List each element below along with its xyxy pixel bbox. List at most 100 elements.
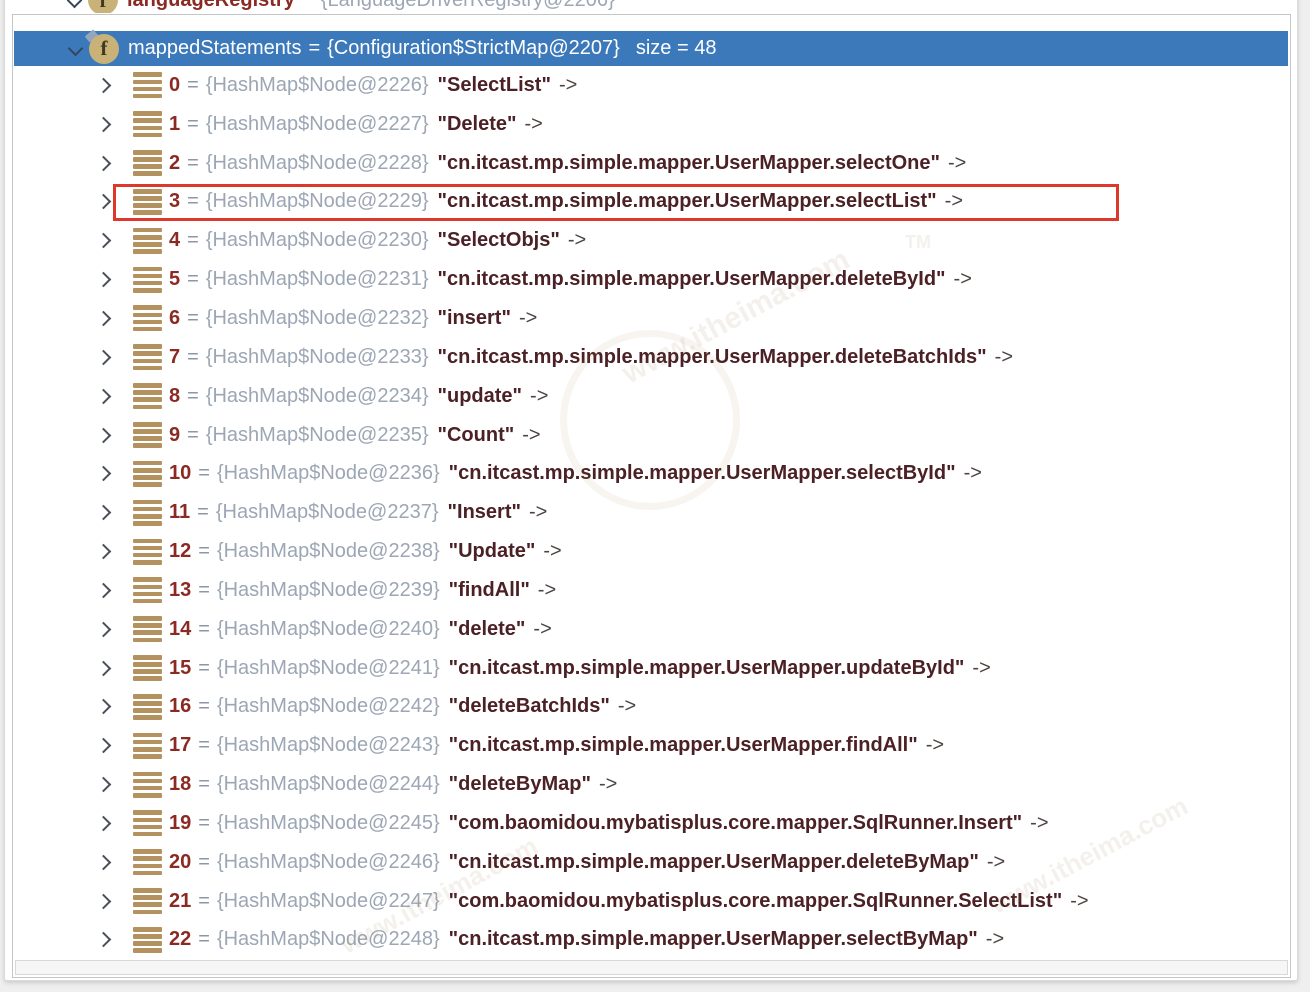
entry-key: "Delete" bbox=[438, 113, 517, 136]
arrow-symbol: -> bbox=[559, 74, 577, 97]
entry-reference: {HashMap$Node@2240} bbox=[217, 618, 440, 641]
chevron-right-icon[interactable] bbox=[96, 388, 112, 404]
map-entry-row[interactable]: 0 = {HashMap$Node@2226} "SelectList" -> bbox=[14, 66, 1288, 105]
chevron-right-icon[interactable] bbox=[96, 621, 112, 637]
chevron-right-icon[interactable] bbox=[96, 505, 112, 521]
map-entry-row[interactable]: 12 = {HashMap$Node@2238} "Update" -> bbox=[14, 532, 1288, 571]
entry-key: "Count" bbox=[438, 424, 515, 447]
map-entry-row[interactable]: 19 = {HashMap$Node@2245} "com.baomidou.m… bbox=[14, 804, 1288, 843]
entry-index: 19 bbox=[169, 812, 191, 835]
entry-index: 10 bbox=[169, 462, 191, 485]
entry-index: 5 bbox=[169, 268, 180, 291]
entry-reference: {HashMap$Node@2229} bbox=[206, 190, 429, 213]
list-icon bbox=[133, 422, 162, 448]
map-entry-row[interactable]: 6 = {HashMap$Node@2232} "insert" -> bbox=[14, 299, 1288, 338]
chevron-right-icon[interactable] bbox=[96, 855, 112, 871]
arrow-symbol: -> bbox=[948, 152, 966, 175]
map-entry-row[interactable]: 21 = {HashMap$Node@2247} "com.baomidou.m… bbox=[14, 882, 1288, 921]
map-entry-row[interactable]: 7 = {HashMap$Node@2233} "cn.itcast.mp.si… bbox=[14, 338, 1288, 377]
arrow-symbol: -> bbox=[618, 695, 636, 718]
entry-key: "cn.itcast.mp.simple.mapper.UserMapper.s… bbox=[449, 928, 978, 951]
entry-reference: {HashMap$Node@2241} bbox=[217, 657, 440, 680]
chevron-down-icon[interactable] bbox=[67, 0, 83, 8]
arrow-symbol: -> bbox=[543, 540, 561, 563]
arrow-symbol: -> bbox=[1070, 890, 1088, 913]
entry-key: "Update" bbox=[449, 540, 536, 563]
tree-row-mapped-statements-selected[interactable]: f mappedStatements = {Configuration$Stri… bbox=[14, 31, 1288, 66]
list-icon bbox=[133, 500, 162, 526]
equals-sign: = bbox=[197, 501, 209, 524]
chevron-right-icon[interactable] bbox=[96, 699, 112, 715]
map-entry-row[interactable]: 18 = {HashMap$Node@2244} "deleteByMap" -… bbox=[14, 765, 1288, 804]
chevron-down-icon[interactable] bbox=[68, 41, 84, 57]
chevron-right-icon[interactable] bbox=[96, 893, 112, 909]
map-entry-row[interactable]: 13 = {HashMap$Node@2239} "findAll" -> bbox=[14, 571, 1288, 610]
arrow-symbol: -> bbox=[525, 113, 543, 136]
entry-index: 6 bbox=[169, 307, 180, 330]
chevron-right-icon[interactable] bbox=[96, 932, 112, 948]
map-entry-row[interactable]: 16 = {HashMap$Node@2242} "deleteBatchIds… bbox=[14, 688, 1288, 727]
chevron-right-icon[interactable] bbox=[96, 660, 112, 676]
entry-reference: {HashMap$Node@2233} bbox=[206, 346, 429, 369]
equals-sign: = bbox=[187, 152, 199, 175]
chevron-right-icon[interactable] bbox=[96, 194, 112, 210]
chevron-right-icon[interactable] bbox=[96, 427, 112, 443]
entry-index: 17 bbox=[169, 734, 191, 757]
arrow-symbol: -> bbox=[519, 307, 537, 330]
tree-row-language-registry[interactable]: f languageRegistry {LanguageDriverRegist… bbox=[13, 0, 1289, 13]
map-entry-row[interactable]: 4 = {HashMap$Node@2230} "SelectObjs" -> bbox=[14, 221, 1288, 260]
entry-reference: {HashMap$Node@2246} bbox=[217, 851, 440, 874]
size-badge: size = 48 bbox=[636, 37, 717, 60]
map-entry-row[interactable]: 15 = {HashMap$Node@2241} "cn.itcast.mp.s… bbox=[14, 649, 1288, 688]
map-entry-row[interactable]: 5 = {HashMap$Node@2231} "cn.itcast.mp.si… bbox=[14, 260, 1288, 299]
chevron-right-icon[interactable] bbox=[96, 544, 112, 560]
chevron-right-icon[interactable] bbox=[96, 272, 112, 288]
chevron-right-icon[interactable] bbox=[96, 350, 112, 366]
list-icon bbox=[133, 772, 162, 798]
chevron-right-icon[interactable] bbox=[96, 233, 112, 249]
list-icon bbox=[133, 344, 162, 370]
map-entry-row[interactable]: 2 = {HashMap$Node@2228} "cn.itcast.mp.si… bbox=[14, 144, 1288, 183]
list-icon bbox=[133, 461, 162, 487]
map-entry-row[interactable]: 22 = {HashMap$Node@2248} "cn.itcast.mp.s… bbox=[14, 921, 1288, 960]
list-icon bbox=[133, 810, 162, 836]
equals-sign: = bbox=[198, 618, 210, 641]
map-entry-row[interactable]: 9 = {HashMap$Node@2235} "Count" -> bbox=[14, 416, 1288, 455]
horizontal-scrollbar[interactable] bbox=[15, 960, 1288, 975]
chevron-right-icon[interactable] bbox=[96, 816, 112, 832]
entry-index: 21 bbox=[169, 890, 191, 913]
map-entry-row[interactable]: 8 = {HashMap$Node@2234} "update" -> bbox=[14, 377, 1288, 416]
map-entry-row[interactable]: 3 = {HashMap$Node@2229} "cn.itcast.mp.si… bbox=[14, 183, 1288, 222]
chevron-right-icon[interactable] bbox=[96, 583, 112, 599]
map-entry-row[interactable]: 10 = {HashMap$Node@2236} "cn.itcast.mp.s… bbox=[14, 454, 1288, 493]
chevron-right-icon[interactable] bbox=[96, 155, 112, 171]
list-icon bbox=[133, 655, 162, 681]
equals-sign: = bbox=[187, 424, 199, 447]
entry-index: 0 bbox=[169, 74, 180, 97]
entry-key: "Insert" bbox=[448, 501, 521, 524]
entry-key: "SelectList" bbox=[438, 74, 551, 97]
map-entry-row[interactable]: 1 = {HashMap$Node@2227} "Delete" -> bbox=[14, 105, 1288, 144]
arrow-symbol: -> bbox=[568, 229, 586, 252]
debugger-variables-panel: f mappedStatements = {Configuration$Stri… bbox=[12, 14, 1291, 978]
map-entry-row[interactable]: 20 = {HashMap$Node@2246} "cn.itcast.mp.s… bbox=[14, 843, 1288, 882]
chevron-right-icon[interactable] bbox=[96, 738, 112, 754]
entry-index: 12 bbox=[169, 540, 191, 563]
chevron-right-icon[interactable] bbox=[96, 777, 112, 793]
entry-index: 14 bbox=[169, 618, 191, 641]
entry-reference: {HashMap$Node@2242} bbox=[217, 695, 440, 718]
map-entry-row[interactable]: 17 = {HashMap$Node@2243} "cn.itcast.mp.s… bbox=[14, 726, 1288, 765]
equals-sign: = bbox=[198, 462, 210, 485]
map-entry-row[interactable]: 11 = {HashMap$Node@2237} "Insert" -> bbox=[14, 493, 1288, 532]
list-icon bbox=[133, 849, 162, 875]
equals-sign: = bbox=[198, 540, 210, 563]
chevron-right-icon[interactable] bbox=[96, 311, 112, 327]
list-icon bbox=[133, 383, 162, 409]
chevron-right-icon[interactable] bbox=[96, 466, 112, 482]
field-icon: f bbox=[89, 34, 119, 64]
equals-sign: = bbox=[198, 773, 210, 796]
chevron-right-icon[interactable] bbox=[96, 78, 112, 94]
entry-reference: {HashMap$Node@2248} bbox=[217, 928, 440, 951]
map-entry-row[interactable]: 14 = {HashMap$Node@2240} "delete" -> bbox=[14, 610, 1288, 649]
chevron-right-icon[interactable] bbox=[96, 116, 112, 132]
